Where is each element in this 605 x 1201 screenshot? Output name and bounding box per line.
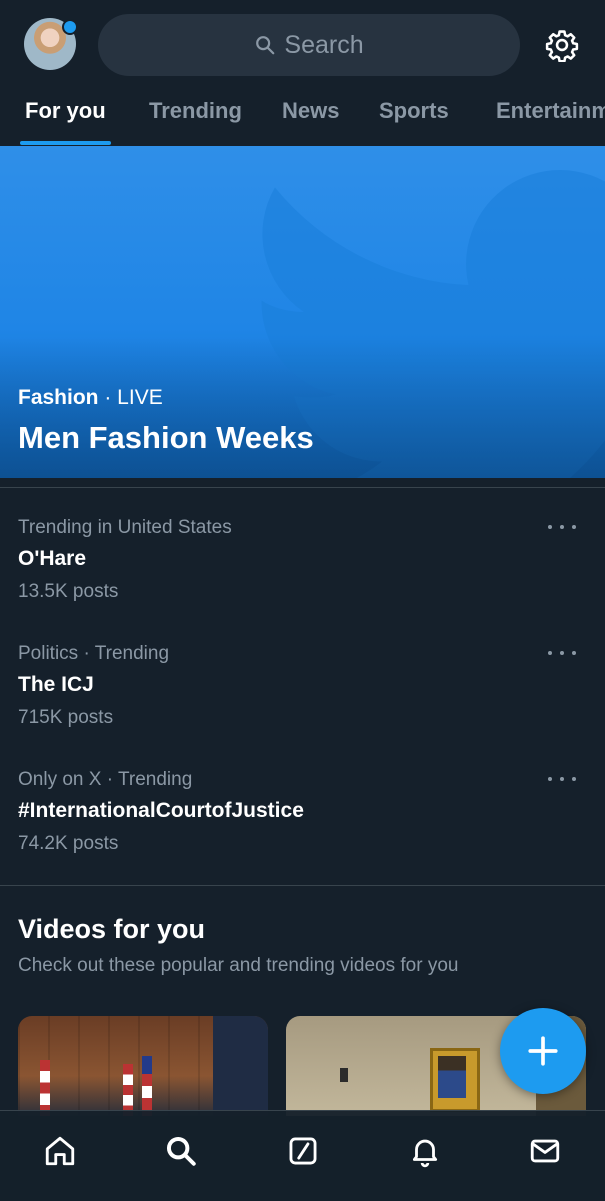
video-thumbnail[interactable] [18,1016,268,1116]
flag-image [123,1064,133,1116]
nav-home[interactable] [40,1131,80,1171]
nav-messages[interactable] [525,1131,565,1171]
videos-section-title: Videos for you [18,914,206,944]
flag-image [40,1060,50,1116]
trend-item[interactable]: Politics · Trending The ICJ 715K posts [0,643,605,769]
nav-notifications[interactable] [405,1131,445,1171]
explore-tabs: For you Trending News Sports Entertainm [0,90,605,146]
tab-entertainment[interactable]: Entertainm [496,98,605,124]
search-bar[interactable]: Search [98,14,520,76]
more-options-icon[interactable] [548,519,576,535]
portrait-image [438,1056,466,1098]
search-icon [166,1136,196,1166]
wall-device [340,1068,348,1082]
divider [0,885,605,886]
hero-title: Men Fashion Weeks [18,420,314,455]
tab-sports[interactable]: Sports [379,98,449,124]
search-icon [256,36,275,55]
mail-icon [530,1139,560,1163]
nav-explore[interactable] [161,1131,201,1171]
grok-icon [289,1137,317,1165]
thumbnail-curtain [213,1016,268,1116]
trend-post-count: 74.2K posts [18,833,119,854]
trend-meta: Politics · Trending [18,643,170,664]
more-options-icon[interactable] [548,771,576,787]
tab-for-you[interactable]: For you [25,98,106,124]
trend-title: #InternationalCourtofJustice [18,799,304,822]
trend-title: The ICJ [18,673,94,696]
flag-image [142,1056,152,1116]
bell-icon [412,1139,438,1168]
trend-item[interactable]: Trending in United States O'Hare 13.5K p… [0,517,605,643]
active-tab-indicator [20,141,111,145]
trend-title: O'Hare [18,547,87,570]
trend-post-count: 13.5K posts [18,581,119,602]
settings-button[interactable] [541,24,583,66]
tab-news[interactable]: News [282,98,339,124]
hero-live-status: · LIVE [98,386,163,409]
search-placeholder: Search [284,30,364,59]
trend-meta: Trending in United States [18,517,232,538]
nav-grok[interactable] [283,1131,323,1171]
tab-trending[interactable]: Trending [149,98,242,124]
more-options-icon[interactable] [548,645,576,661]
gear-icon [545,30,579,62]
divider [0,487,605,488]
trend-item[interactable]: Only on X · Trending #InternationalCourt… [0,769,605,895]
home-icon [45,1136,75,1166]
hero-category: Fashion · LIVE [18,386,163,410]
notification-dot [62,19,78,35]
compose-post-button[interactable] [500,1008,586,1094]
videos-section-subtitle: Check out these popular and trending vid… [18,955,459,976]
trend-meta: Only on X · Trending [18,769,193,790]
plus-icon [528,1036,558,1066]
hero-category-label: Fashion [18,386,99,409]
trend-post-count: 715K posts [18,707,114,728]
bottom-navigation [0,1110,605,1201]
